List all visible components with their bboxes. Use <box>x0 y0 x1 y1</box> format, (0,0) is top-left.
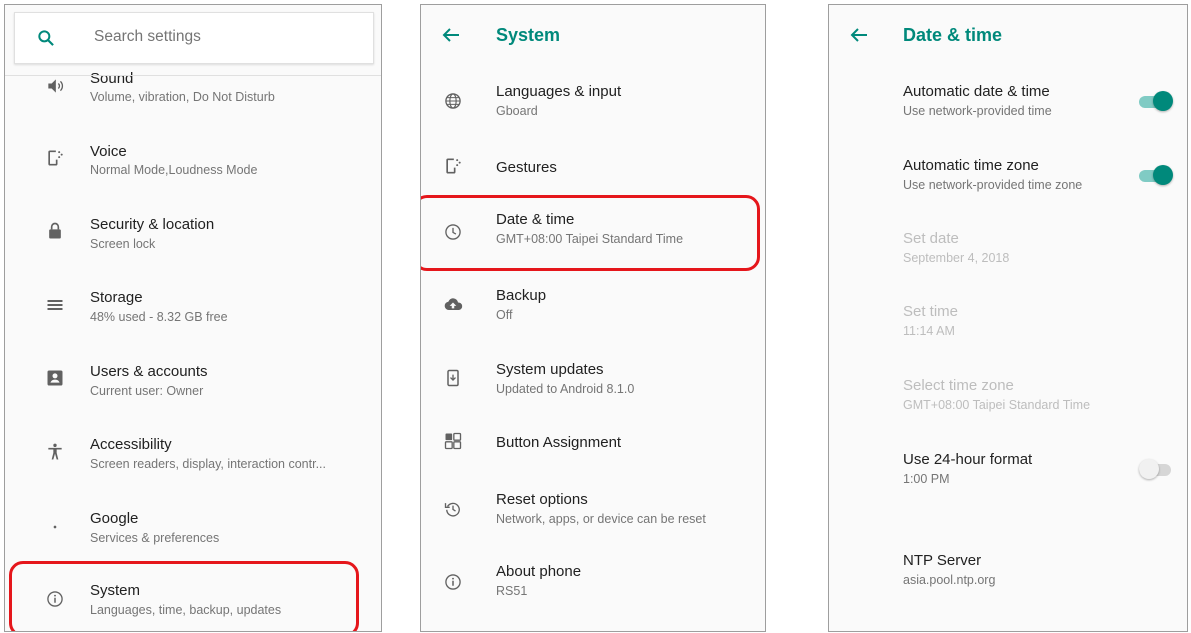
system-item-title: Button Assignment <box>496 434 622 451</box>
reset-icon <box>441 497 465 521</box>
page-title: Date & time <box>903 25 1003 45</box>
search-bar[interactable]: Search settings <box>14 12 374 64</box>
settings-item-voice[interactable]: Voice Normal Mode,Loudness Mode <box>5 136 381 196</box>
storage-icon <box>43 293 67 317</box>
search-input[interactable]: Search settings <box>94 28 201 46</box>
settings-panel: Sound Volume, vibration, Do Not Disturb … <box>4 4 382 632</box>
date-time-panel: Date & time Automatic date & time Use ne… <box>828 4 1188 632</box>
settings-item-subtitle: Normal Mode,Loudness Mode <box>90 163 258 177</box>
datetime-item-auto-date[interactable]: Automatic date & time Use network-provid… <box>829 81 1187 141</box>
system-item-title: About phone <box>496 563 582 580</box>
datetime-item-title: Set date <box>903 230 959 247</box>
datetime-item-subtitle: GMT+08:00 Taipei Standard Time <box>903 398 1091 412</box>
voice-icon <box>43 146 67 170</box>
settings-item-users[interactable]: Users & accounts Current user: Owner <box>5 356 381 416</box>
datetime-item-title: Automatic date & time <box>903 83 1050 100</box>
settings-item-sound[interactable]: Sound Volume, vibration, Do Not Disturb <box>5 64 381 124</box>
system-item-backup[interactable]: Backup Off <box>421 281 765 341</box>
page-title: System <box>496 25 561 45</box>
datetime-item-subtitle: September 4, 2018 <box>903 251 1010 265</box>
settings-item-title: Security & location <box>90 216 215 233</box>
search-icon <box>36 28 56 48</box>
settings-item-title: Accessibility <box>90 436 172 453</box>
lock-icon <box>43 219 67 243</box>
datetime-item-set-time[interactable]: Set time 11:14 AM <box>829 301 1187 361</box>
accessibility-icon <box>43 440 67 464</box>
auto-date-toggle[interactable] <box>1139 89 1173 111</box>
auto-timezone-toggle[interactable] <box>1139 163 1173 185</box>
system-item-subtitle: Gboard <box>496 104 538 118</box>
system-item-reset[interactable]: Reset options Network, apps, or device c… <box>421 485 765 545</box>
google-icon <box>43 515 67 539</box>
datetime-item-title: Select time zone <box>903 377 1014 394</box>
datetime-item-subtitle: Use network-provided time <box>903 104 1052 118</box>
cloud-upload-icon <box>441 293 465 317</box>
highlight-system <box>9 561 359 631</box>
datetime-item-subtitle: 11:14 AM <box>903 324 955 338</box>
info-icon <box>441 570 465 594</box>
datetime-item-set-date[interactable]: Set date September 4, 2018 <box>829 228 1187 288</box>
settings-item-security[interactable]: Security & location Screen lock <box>5 209 381 269</box>
settings-item-subtitle: Current user: Owner <box>90 384 204 398</box>
system-item-about[interactable]: About phone RS51 <box>421 557 765 617</box>
datetime-item-24-hour[interactable]: Use 24-hour format 1:00 PM <box>829 449 1187 509</box>
settings-item-subtitle: Volume, vibration, Do Not Disturb <box>90 90 275 104</box>
system-item-title: Reset options <box>496 491 588 508</box>
settings-item-title: Users & accounts <box>90 363 208 380</box>
settings-item-subtitle: Services & preferences <box>90 531 220 545</box>
datetime-item-title: NTP Server <box>903 552 982 569</box>
datetime-item-ntp-server[interactable]: NTP Server asia.pool.ntp.org <box>829 550 1187 610</box>
datetime-item-subtitle: asia.pool.ntp.org <box>903 573 996 587</box>
settings-item-subtitle: Screen lock <box>90 237 156 251</box>
highlight-date-time <box>421 195 760 271</box>
datetime-item-title: Automatic time zone <box>903 157 1039 174</box>
settings-item-title: Storage <box>90 289 143 306</box>
system-item-subtitle: Off <box>496 308 513 322</box>
system-item-languages[interactable]: Languages & input Gboard <box>421 77 765 137</box>
account-icon <box>43 366 67 390</box>
system-item-title: Backup <box>496 287 547 304</box>
settings-item-subtitle: 48% used - 8.32 GB free <box>90 310 228 324</box>
settings-item-subtitle: Screen readers, display, interaction con… <box>90 457 326 471</box>
settings-item-storage[interactable]: Storage 48% used - 8.32 GB free <box>5 283 381 343</box>
system-item-updates[interactable]: System updates Updated to Android 8.1.0 <box>421 354 765 414</box>
system-update-icon <box>441 366 465 390</box>
back-arrow-icon[interactable] <box>847 23 871 47</box>
system-item-title: Languages & input <box>496 83 622 100</box>
settings-item-google[interactable]: Google Services & preferences <box>5 503 381 563</box>
settings-item-accessibility[interactable]: Accessibility Screen readers, display, i… <box>5 430 381 490</box>
volume-icon <box>43 74 67 98</box>
datetime-item-auto-timezone[interactable]: Automatic time zone Use network-provided… <box>829 155 1187 215</box>
search-divider <box>5 75 381 76</box>
app-bar: System <box>421 5 765 67</box>
app-bar: Date & time <box>829 5 1187 67</box>
gestures-icon <box>441 154 465 178</box>
system-item-title: System updates <box>496 361 604 378</box>
globe-icon <box>441 89 465 113</box>
datetime-item-time-zone[interactable]: Select time zone GMT+08:00 Taipei Standa… <box>829 375 1187 435</box>
settings-item-title: Google <box>90 510 139 527</box>
24-hour-toggle[interactable] <box>1139 457 1173 479</box>
settings-item-title: Voice <box>90 143 127 160</box>
system-item-title: Gestures <box>496 159 557 176</box>
system-panel: System Languages & input Gboard Gestures… <box>420 4 766 632</box>
system-item-subtitle: Network, apps, or device can be reset <box>496 512 706 526</box>
back-arrow-icon[interactable] <box>439 23 463 47</box>
system-item-subtitle: RS51 <box>496 584 528 598</box>
datetime-item-title: Set time <box>903 303 959 320</box>
datetime-item-subtitle: 1:00 PM <box>903 472 950 486</box>
settings-item-title: Sound <box>90 70 134 87</box>
button-assignment-icon <box>441 429 465 453</box>
system-item-button-assignment[interactable]: Button Assignment <box>421 425 765 485</box>
datetime-item-subtitle: Use network-provided time zone <box>903 178 1083 192</box>
system-item-subtitle: Updated to Android 8.1.0 <box>496 382 635 396</box>
datetime-item-title: Use 24-hour format <box>903 451 1033 468</box>
